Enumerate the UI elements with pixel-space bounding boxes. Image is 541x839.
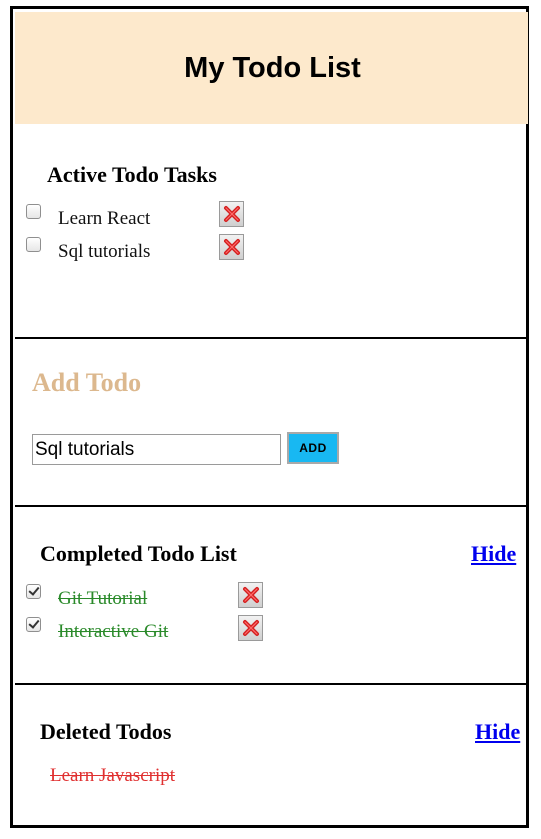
todo-label: Sql tutorials: [58, 241, 151, 262]
add-button[interactable]: ADD: [287, 432, 339, 464]
app-header: My Todo List: [15, 12, 528, 124]
active-todo-item: Sql tutorials: [26, 237, 286, 265]
delete-button[interactable]: [238, 582, 263, 608]
delete-button[interactable]: [238, 615, 263, 641]
todo-checkbox[interactable]: [26, 204, 41, 219]
deleted-section-title: Deleted Todos: [40, 719, 172, 744]
todo-input[interactable]: [32, 434, 281, 465]
delete-icon: [243, 587, 259, 603]
delete-icon: [224, 239, 240, 255]
active-section-title: Active Todo Tasks: [47, 162, 217, 187]
app-frame: [10, 6, 529, 828]
active-todo-item: Learn React: [26, 204, 286, 232]
delete-icon: [224, 206, 240, 222]
todo-label: Interactive Git: [58, 621, 169, 642]
add-section-title: Add Todo: [32, 368, 142, 397]
deleted-todo-item: Learn Javascript: [18, 763, 278, 789]
hide-completed-link[interactable]: Hide: [471, 541, 516, 567]
delete-icon: [243, 620, 259, 636]
todo-checkbox[interactable]: [26, 584, 41, 599]
delete-button[interactable]: [219, 234, 244, 260]
delete-button[interactable]: [219, 201, 244, 227]
todo-checkbox[interactable]: [26, 237, 41, 252]
completed-section-title: Completed Todo List: [40, 541, 237, 566]
app-title: My Todo List: [184, 51, 361, 84]
hide-deleted-link[interactable]: Hide: [475, 719, 520, 745]
todo-label: Learn React: [58, 208, 151, 229]
todo-label: Git Tutorial: [58, 588, 148, 609]
todo-checkbox[interactable]: [26, 617, 41, 632]
section-divider: [15, 337, 528, 339]
section-divider: [15, 683, 528, 685]
deleted-label: Learn Javascript: [50, 765, 176, 786]
section-divider: [15, 505, 528, 507]
